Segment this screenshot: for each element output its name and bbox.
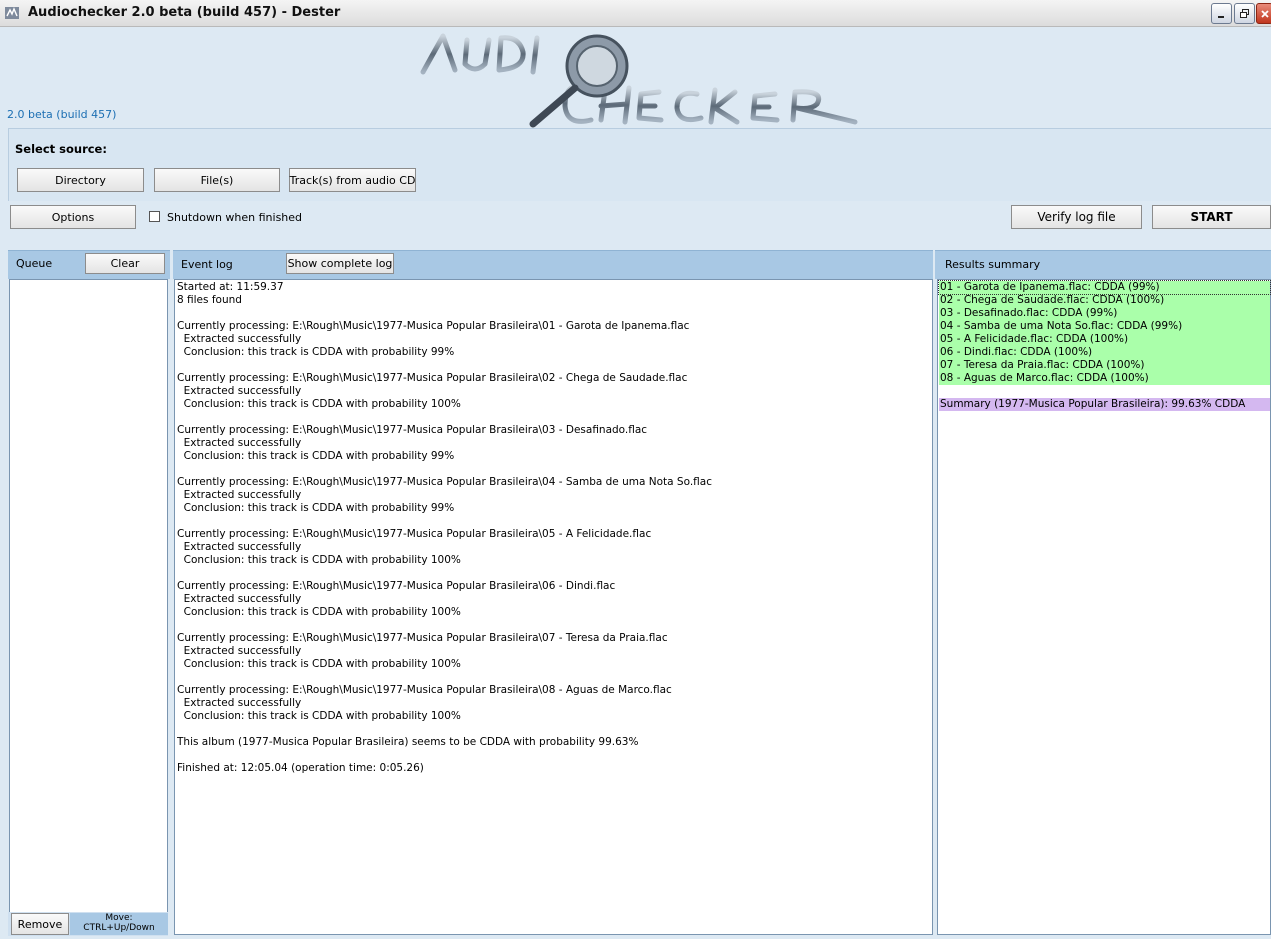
clear-queue-button[interactable]: Clear: [85, 253, 165, 274]
queue-title: Queue: [16, 257, 53, 270]
queue-list[interactable]: [9, 279, 168, 913]
event-log-title: Event log: [181, 258, 233, 271]
app-icon: [5, 7, 19, 19]
result-item[interactable]: 03 - Desafinado.flac: CDDA (99%): [939, 307, 1270, 320]
move-hint-line2: CTRL+Up/Down: [83, 923, 155, 933]
log-line: Extracted successfully: [177, 437, 302, 449]
log-line: Currently processing: E:\Rough\Music\197…: [177, 476, 712, 488]
result-item[interactable]: 06 - Dindi.flac: CDDA (100%): [939, 346, 1270, 359]
log-line: Currently processing: E:\Rough\Music\197…: [177, 320, 690, 332]
log-line: Currently processing: E:\Rough\Music\197…: [177, 528, 652, 540]
minimize-icon: [1218, 16, 1224, 18]
result-summary[interactable]: Summary (1977-Musica Popular Brasileira)…: [939, 398, 1270, 411]
result-item[interactable]: 01 - Garota de Ipanema.flac: CDDA (99%): [938, 280, 1271, 295]
move-hint-line1: Move:: [105, 913, 133, 923]
select-source-label: Select source:: [15, 142, 107, 156]
start-button[interactable]: START: [1152, 205, 1271, 229]
log-line: Conclusion: this track is CDDA with prob…: [177, 606, 461, 618]
show-complete-log-button[interactable]: Show complete log: [286, 253, 394, 274]
shutdown-label: Shutdown when finished: [167, 211, 303, 224]
log-line: Extracted successfully: [177, 645, 302, 657]
log-line: Extracted successfully: [177, 593, 302, 605]
event-log-text: Started at: 11:59.37 8 files found Current…: [177, 281, 927, 931]
result-item[interactable]: 07 - Teresa da Praia.flac: CDDA (100%): [939, 359, 1270, 372]
log-line: This album (1977-Musica Popular Brasilei…: [177, 736, 639, 748]
result-item[interactable]: 05 - A Felicidade.flac: CDDA (100%): [939, 333, 1270, 346]
log-line: Conclusion: this track is CDDA with prob…: [177, 450, 455, 462]
version-label: 2.0 beta (build 457): [7, 108, 117, 121]
result-item[interactable]: 08 - Aguas de Marco.flac: CDDA (100%): [939, 372, 1270, 385]
window-title: Audiochecker 2.0 beta (build 457) - Dest…: [28, 5, 341, 20]
close-icon: [1260, 9, 1269, 18]
restore-button[interactable]: [1234, 3, 1255, 24]
result-item[interactable]: 04 - Samba de uma Nota So.flac: CDDA (99…: [939, 320, 1270, 333]
results-title: Results summary: [945, 258, 1041, 271]
log-line: 8 files found: [177, 294, 242, 306]
audiochecker-logo: [420, 33, 858, 128]
log-line: Extracted successfully: [177, 541, 302, 553]
minimize-button[interactable]: [1211, 3, 1232, 24]
result-item[interactable]: 02 - Chega de Saudade.flac: CDDA (100%): [939, 294, 1270, 307]
log-line: Finished at: 12:05.04 (operation time: 0…: [177, 762, 424, 774]
log-line: Extracted successfully: [177, 697, 302, 709]
log-line: Currently processing: E:\Rough\Music\197…: [177, 424, 648, 436]
log-line: Conclusion: this track is CDDA with prob…: [177, 398, 461, 410]
close-button[interactable]: [1256, 3, 1271, 24]
log-line: Currently processing: E:\Rough\Music\197…: [177, 632, 668, 644]
log-line: Started at: 11:59.37: [177, 281, 284, 293]
log-line: Conclusion: this track is CDDA with prob…: [177, 658, 461, 670]
audio-cd-button[interactable]: Track(s) from audio CD: [289, 168, 416, 192]
log-line: Currently processing: E:\Rough\Music\197…: [177, 684, 672, 696]
files-button[interactable]: File(s): [154, 168, 280, 192]
log-line: Conclusion: this track is CDDA with prob…: [177, 710, 461, 722]
log-line: Conclusion: this track is CDDA with prob…: [177, 502, 455, 514]
shutdown-checkbox[interactable]: [149, 211, 160, 222]
log-line: Currently processing: E:\Rough\Music\197…: [177, 580, 616, 592]
verify-log-button[interactable]: Verify log file: [1011, 205, 1142, 229]
log-line: Extracted successfully: [177, 489, 302, 501]
log-line: Conclusion: this track is CDDA with prob…: [177, 346, 455, 358]
remove-button[interactable]: Remove: [11, 913, 69, 935]
title-bar: Audiochecker 2.0 beta (build 457) - Dest…: [0, 0, 1271, 27]
log-line: Extracted successfully: [177, 333, 302, 345]
results-list: 01 - Garota de Ipanema.flac: CDDA (99%) 0…: [938, 280, 1271, 411]
log-line: Conclusion: this track is CDDA with prob…: [177, 554, 461, 566]
directory-button[interactable]: Directory: [17, 168, 144, 192]
log-line: Currently processing: E:\Rough\Music\197…: [177, 372, 688, 384]
result-spacer: [939, 385, 1270, 398]
options-button[interactable]: Options: [10, 205, 136, 229]
log-line: Extracted successfully: [177, 385, 302, 397]
move-hint: Move: CTRL+Up/Down: [70, 913, 168, 935]
restore-icon: [1240, 9, 1249, 18]
